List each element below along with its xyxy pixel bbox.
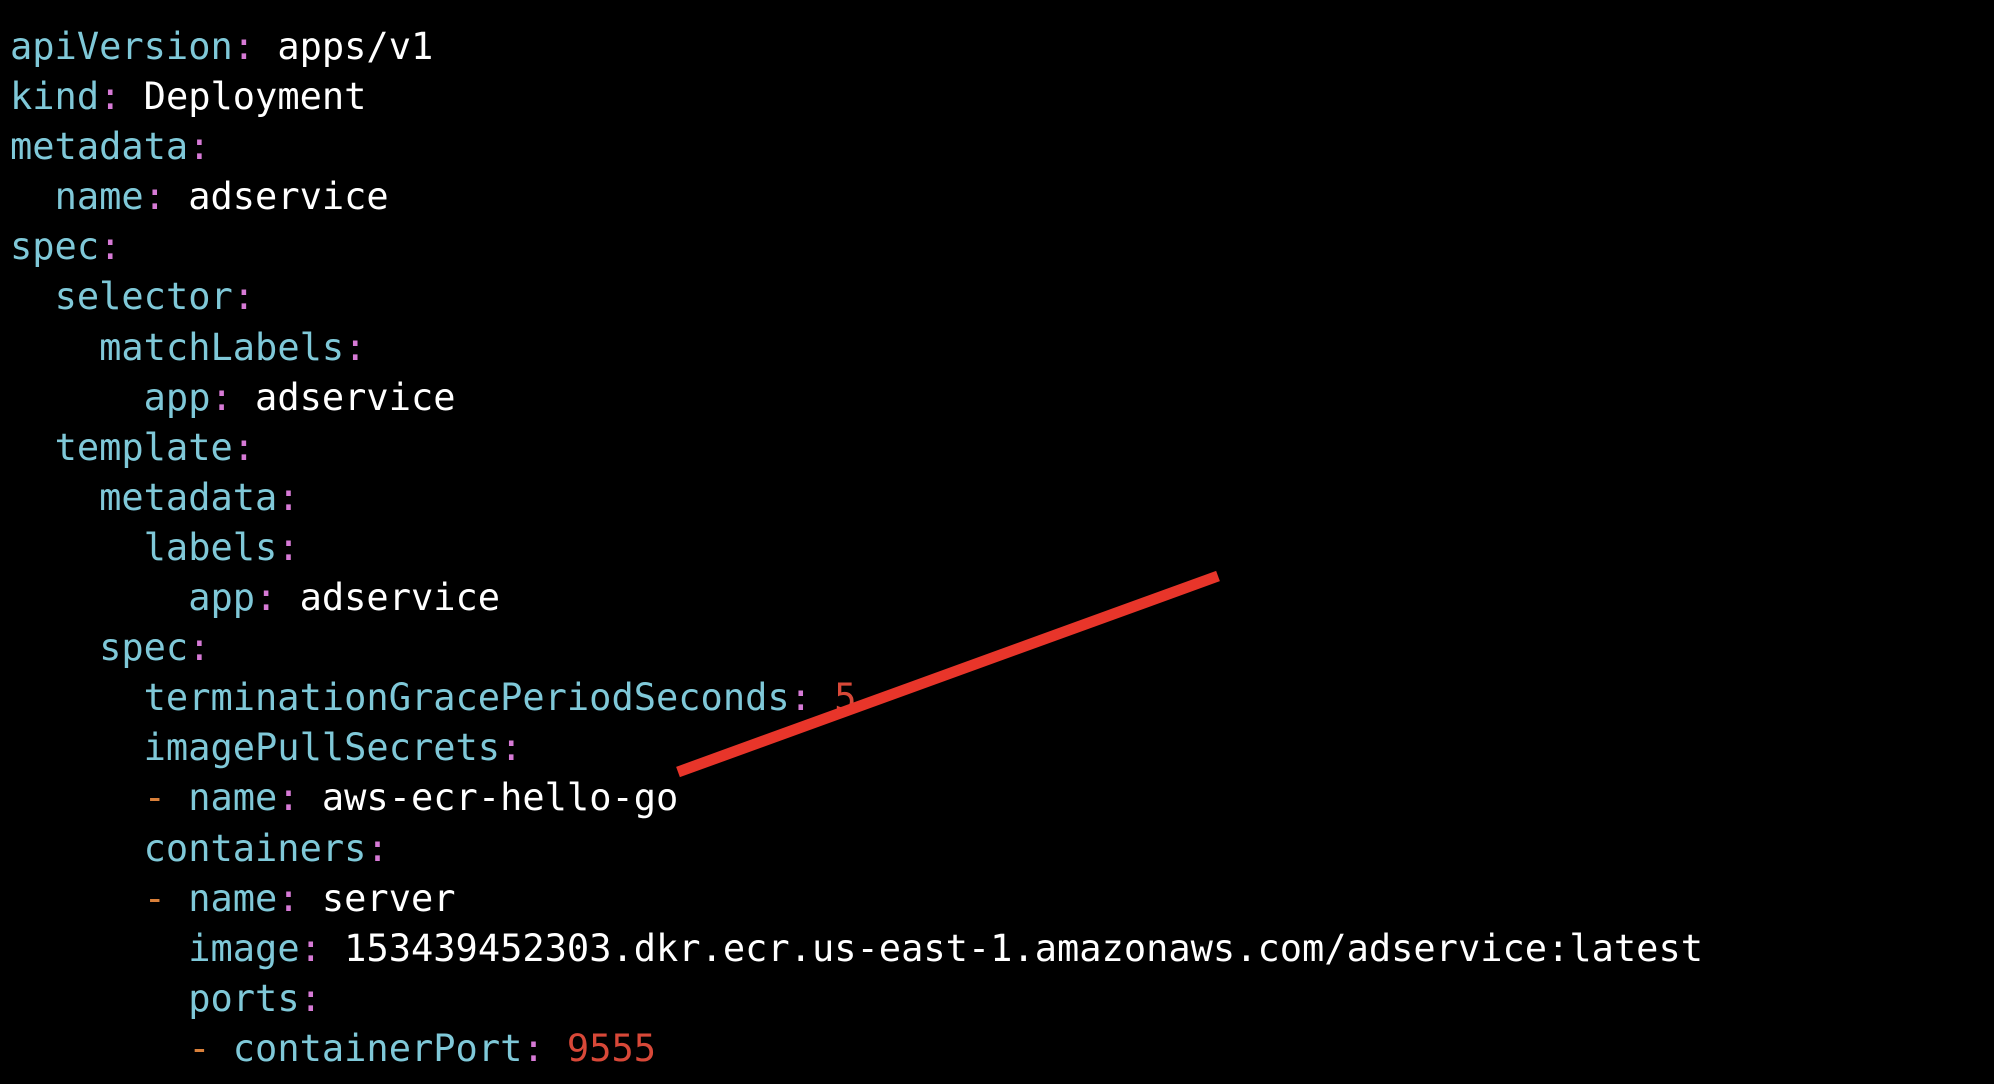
- yaml-value: adservice: [277, 576, 501, 620]
- code-line: metadata:: [10, 473, 1703, 523]
- code-line: matchLabels:: [10, 323, 1703, 373]
- yaml-key: name: [188, 876, 278, 920]
- yaml-value: Deployment: [121, 75, 367, 119]
- code-line: - name: aws-ecr-hello-go: [10, 773, 1703, 823]
- yaml-colon: :: [99, 225, 122, 269]
- yaml-key: metadata: [99, 475, 278, 519]
- yaml-colon: :: [188, 626, 211, 670]
- yaml-key: metadata: [10, 125, 189, 169]
- code-line: containers:: [10, 824, 1703, 874]
- yaml-key: imagePullSecrets: [143, 726, 501, 770]
- yaml-key: template: [54, 425, 233, 469]
- yaml-key: spec: [10, 225, 100, 269]
- yaml-colon: :: [522, 1026, 545, 1070]
- code-line: metadata:: [10, 122, 1703, 172]
- yaml-colon: :: [344, 325, 367, 369]
- list-dash: -: [143, 776, 189, 820]
- yaml-colon: :: [299, 976, 322, 1020]
- yaml-colon: :: [789, 676, 812, 720]
- terminal-window: apiVersion: apps/v1 kind: Deployment metad…: [0, 0, 1994, 1084]
- code-line: app: adservice: [10, 573, 1703, 623]
- yaml-key: labels: [143, 525, 278, 569]
- code-line: spec:: [10, 623, 1703, 673]
- yaml-value: server: [299, 876, 456, 920]
- yaml-colon: :: [277, 475, 300, 519]
- yaml-value: aws-ecr-hello-go: [299, 776, 679, 820]
- yaml-colon: :: [500, 726, 523, 770]
- yaml-colon: :: [232, 425, 256, 469]
- yaml-key: matchLabels: [99, 325, 345, 369]
- yaml-key: selector: [54, 275, 233, 319]
- yaml-key: containerPort: [232, 1026, 523, 1070]
- code-line: selector:: [10, 272, 1703, 322]
- yaml-colon: :: [99, 75, 122, 119]
- yaml-key: image: [188, 926, 300, 970]
- yaml-key: kind: [10, 75, 100, 119]
- code-line: template:: [10, 423, 1703, 473]
- yaml-value: adservice: [232, 375, 456, 419]
- code-line: app: adservice: [10, 373, 1703, 423]
- yaml-key: app: [188, 576, 256, 620]
- yaml-colon: :: [143, 175, 166, 219]
- yaml-colon: :: [366, 826, 389, 870]
- code-line: imagePullSecrets:: [10, 723, 1703, 773]
- code-line: apiVersion: apps/v1: [10, 22, 1703, 72]
- code-line: - name: server: [10, 874, 1703, 924]
- list-dash: -: [143, 876, 189, 920]
- yaml-key: name: [188, 776, 278, 820]
- yaml-value: 153439452303.dkr.ecr.us-east-1.amazonaws…: [321, 926, 1703, 970]
- yaml-colon: :: [277, 776, 300, 820]
- code-line: terminationGracePeriodSeconds: 5: [10, 673, 1703, 723]
- yaml-colon: :: [277, 525, 300, 569]
- yaml-colon: :: [277, 876, 300, 920]
- yaml-key: spec: [99, 626, 189, 670]
- yaml-colon: :: [188, 125, 211, 169]
- yaml-value: 5: [811, 676, 857, 720]
- yaml-key: containers: [143, 826, 367, 870]
- yaml-key: app: [143, 375, 211, 419]
- yaml-value: apps/v1: [255, 25, 434, 68]
- yaml-key: terminationGracePeriodSeconds: [143, 676, 790, 720]
- list-dash: -: [188, 1026, 233, 1070]
- code-line: spec:: [10, 222, 1703, 272]
- yaml-colon: :: [255, 576, 278, 620]
- yaml-key: apiVersion: [10, 25, 233, 68]
- code-line: kind: Deployment: [10, 72, 1703, 122]
- yaml-key: ports: [188, 976, 300, 1020]
- yaml-colon: :: [232, 25, 256, 68]
- yaml-code-block: apiVersion: apps/v1 kind: Deployment metad…: [10, 22, 1703, 1074]
- code-line: name: adservice: [10, 172, 1703, 222]
- yaml-value: 9555: [544, 1026, 657, 1070]
- yaml-colon: :: [232, 275, 256, 319]
- code-line: labels:: [10, 523, 1703, 573]
- code-line: - containerPort: 9555: [10, 1024, 1703, 1074]
- yaml-colon: :: [299, 926, 322, 970]
- code-line: image: 153439452303.dkr.ecr.us-east-1.am…: [10, 924, 1703, 974]
- yaml-value: adservice: [165, 175, 389, 219]
- yaml-colon: :: [210, 375, 233, 419]
- yaml-key: name: [54, 175, 144, 219]
- code-line: ports:: [10, 974, 1703, 1024]
